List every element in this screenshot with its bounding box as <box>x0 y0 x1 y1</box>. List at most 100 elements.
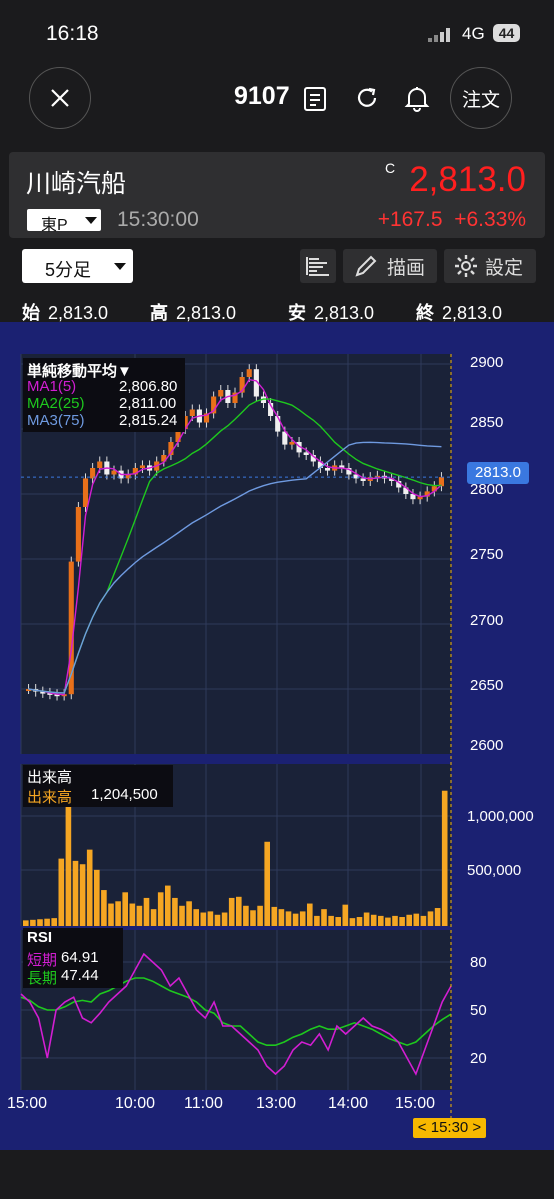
volume-bar <box>292 913 299 926</box>
y-tick: 2800 <box>470 481 504 498</box>
volume-bar <box>115 901 121 926</box>
volume-bar <box>86 849 93 926</box>
x-tick: 10:00 <box>115 1095 156 1112</box>
candle <box>246 369 252 377</box>
candle <box>303 452 309 455</box>
volume-bar <box>58 858 65 926</box>
y-tick: 2650 <box>470 677 504 694</box>
volume-label: 出来高 <box>27 789 73 806</box>
y-tick: 2900 <box>470 354 504 371</box>
y-tick: 2600 <box>470 737 504 754</box>
candle <box>324 468 331 471</box>
volume-title: 出来高 <box>27 769 73 786</box>
volume-bar <box>285 911 292 926</box>
volume-bar <box>207 911 214 926</box>
candle <box>111 470 117 475</box>
x-tick: 15:00 <box>395 1095 436 1112</box>
rsi-long-label: 長期 <box>27 970 58 987</box>
volume-bar <box>200 912 207 926</box>
volume-bar <box>37 919 43 926</box>
volume-bar <box>23 920 29 926</box>
x-tick: 13:00 <box>256 1095 297 1112</box>
volume-legend[interactable]: 出来高 出来高 1,204,500 <box>23 765 173 807</box>
volume-bar <box>335 917 341 926</box>
ma3-value: 2,815.24 <box>119 412 178 429</box>
y-tick: 2850 <box>470 414 504 431</box>
volume-bar <box>321 909 327 926</box>
volume-bar <box>378 915 384 926</box>
y-tick: 50 <box>470 1002 487 1019</box>
chart-canvas[interactable] <box>0 0 554 1199</box>
ma1-label: MA1(5) <box>27 378 77 395</box>
volume-bar <box>30 919 36 926</box>
volume-bar <box>356 917 363 926</box>
volume-bar <box>434 908 441 926</box>
crosshair-time-label[interactable]: < 15:30 > <box>413 1118 486 1138</box>
volume-bar <box>363 912 370 926</box>
volume-bar <box>406 914 412 926</box>
y-tick: 2750 <box>470 546 504 563</box>
candle <box>289 442 295 445</box>
volume-bar <box>228 897 235 926</box>
candle <box>75 507 81 562</box>
x-tick: 14:00 <box>328 1095 369 1112</box>
rsi-short-value: 64.91 <box>61 949 99 966</box>
y-tick: 20 <box>470 1050 487 1067</box>
rsi-long-value: 47.44 <box>61 967 99 984</box>
ma2-label: MA2(25) <box>27 395 85 412</box>
ma1-value: 2,806.80 <box>119 378 178 395</box>
rsi-legend[interactable]: RSI 短期 64.91 長期 47.44 <box>23 928 123 988</box>
x-tick: 15:00 <box>7 1095 48 1112</box>
ma3-label: MA3(75) <box>27 412 85 429</box>
y-tick: 80 <box>470 954 487 971</box>
volume-bar <box>165 885 171 926</box>
volume-bar <box>250 910 256 926</box>
volume-bar <box>108 903 114 926</box>
volume-bar <box>413 913 420 926</box>
volume-bar <box>79 864 86 926</box>
volume-bar <box>342 904 349 926</box>
x-tick: 11:00 <box>184 1095 223 1112</box>
candle <box>139 465 146 468</box>
volume-bar <box>122 892 128 926</box>
volume-bar <box>186 901 192 926</box>
volume-bar <box>349 918 356 926</box>
volume-bar <box>271 906 278 926</box>
volume-bar <box>385 917 391 926</box>
volume-bar <box>179 905 185 926</box>
volume-bar <box>427 911 434 926</box>
volume-bar <box>157 892 164 926</box>
volume-bar <box>236 896 242 926</box>
volume-bar <box>278 909 285 926</box>
volume-bar <box>172 897 178 926</box>
volume-bar <box>101 890 107 926</box>
y-tick: 2700 <box>470 612 504 629</box>
volume-bar <box>314 915 320 926</box>
volume-bar <box>221 912 228 926</box>
volume-bar <box>264 841 270 926</box>
candle <box>82 478 89 507</box>
volume-bar <box>299 911 306 926</box>
volume-bar <box>72 860 79 926</box>
volume-value: 1,204,500 <box>91 786 158 803</box>
volume-bar <box>65 796 72 926</box>
volume-bar <box>257 905 263 926</box>
volume-bar <box>392 915 398 926</box>
volume-bar <box>441 790 448 926</box>
ma-legend[interactable]: 単純移動平均▼ MA1(5) 2,806.80 MA2(25) 2,811.00… <box>23 358 185 432</box>
volume-bar <box>370 914 377 926</box>
volume-bar <box>399 917 405 926</box>
volume-bar <box>143 897 150 926</box>
y-tick: 1,000,000 <box>467 808 534 825</box>
volume-bar <box>51 918 57 926</box>
rsi-title: RSI <box>27 929 53 946</box>
volume-bar <box>44 918 50 926</box>
volume-bar <box>193 909 199 926</box>
candle <box>218 390 224 397</box>
ma2-value: 2,811.00 <box>119 395 177 412</box>
volume-bar <box>243 905 249 926</box>
volume-bar <box>214 914 221 926</box>
volume-bar <box>420 915 427 926</box>
candle <box>97 461 103 468</box>
volume-bar <box>150 909 157 926</box>
